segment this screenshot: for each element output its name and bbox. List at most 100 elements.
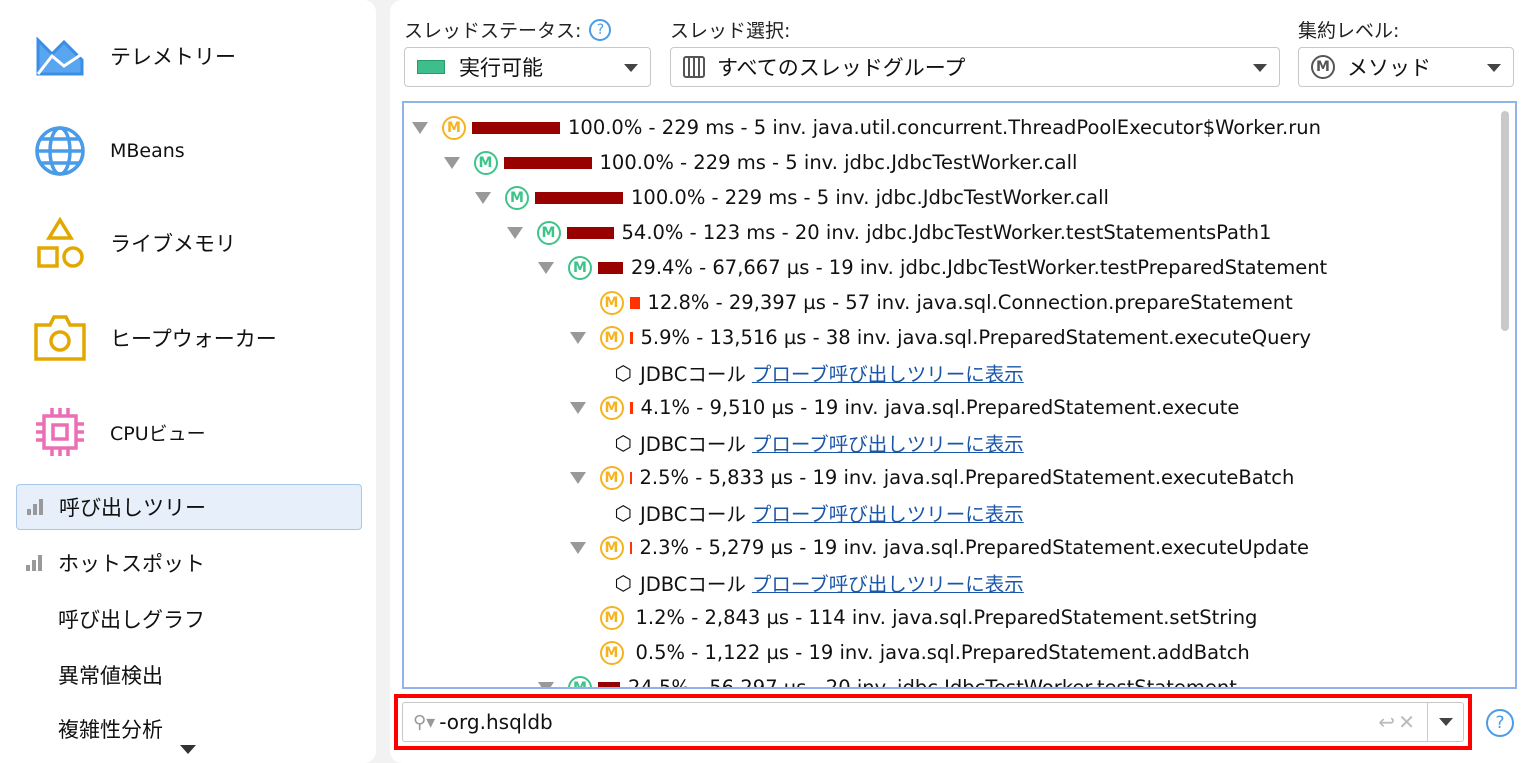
tree-node[interactable]: M 24.5% - 56,297 µs - 20 inv. jdbc.JdbcTe… [538, 670, 1237, 689]
method-icon: M [1311, 55, 1335, 79]
method-icon: M [442, 115, 466, 140]
chevron-down-icon [1487, 64, 1501, 72]
percentage-bar [503, 156, 592, 169]
probe-call-tree-link[interactable]: プローブ呼び出しツリーに表示 [752, 428, 1024, 457]
node-text: 4.1% - 9,510 µs - 19 inv. java.sql.Prepa… [640, 396, 1240, 419]
expand-toggle-icon[interactable] [538, 681, 554, 687]
method-icon: M [599, 605, 624, 630]
method-icon: M [599, 640, 624, 665]
sidebar-item-label: 呼び出しツリー [59, 496, 206, 520]
percentage-bar [629, 401, 633, 414]
help-icon[interactable]: ? [1486, 709, 1514, 737]
aggregation-label: 集約レベル: [1298, 20, 1400, 42]
method-icon: M [536, 220, 561, 245]
label-text: スレッドステータス: [404, 20, 582, 42]
tree-node[interactable]: M 2.3% - 5,279 µs - 19 inv. java.sql.Prep… [569, 530, 1309, 565]
sidebar-item-label: 異常値検出 [58, 664, 163, 688]
node-text: 1.2% - 2,843 µs - 114 inv. java.sql.Prep… [635, 606, 1258, 629]
expand-toggle-icon[interactable] [475, 191, 491, 204]
main-panel: スレッドステータス: ? 実行可能 スレッド選択: すべてのスレッドグループ 集… [390, 0, 1526, 763]
expand-toggle-icon[interactable] [443, 156, 460, 169]
node-text: 29.4% - 67,667 µs - 19 inv. jdbc.JdbcTes… [631, 256, 1328, 279]
thread-select[interactable]: すべてのスレッドグループ [670, 47, 1280, 87]
package-icon: ⬡ [614, 570, 632, 595]
sidebar-item-label: ライブメモリ [110, 232, 236, 256]
expand-toggle-icon[interactable] [538, 261, 554, 274]
node-text: 24.5% - 56,297 µs - 20 inv. jdbc.JdbcTes… [628, 676, 1237, 689]
scroll-down-icon[interactable] [180, 745, 196, 754]
expand-toggle-icon[interactable] [412, 121, 428, 134]
help-icon[interactable]: ? [589, 18, 612, 41]
percentage-bar [629, 296, 640, 309]
node-text: 2.3% - 5,279 µs - 19 inv. java.sql.Prepa… [639, 536, 1309, 559]
method-icon: M [568, 255, 592, 280]
sidebar-item-telemetry[interactable]: テレメトリー [30, 28, 236, 84]
tree-node[interactable]: M 0.5% - 1,122 µs - 19 inv. java.sql.Prep… [570, 635, 1250, 670]
jdbc-call-label: JDBCコール [639, 503, 746, 526]
method-icon: M [505, 185, 529, 210]
expand-toggle-icon[interactable] [506, 226, 523, 239]
tree-node[interactable]: M 54.0% - 123 ms - 20 inv. jdbc.JdbcTestW… [506, 215, 1272, 250]
probe-call-tree-link[interactable]: プローブ呼び出しツリーに表示 [752, 568, 1024, 597]
sidebar-item-cpu-views[interactable]: CPUビュー [30, 404, 206, 460]
telemetry-icon [30, 28, 90, 84]
tree-node[interactable]: M 5.9% - 13,516 µs - 38 inv. java.sql.Pre… [569, 320, 1312, 355]
node-text: 12.8% - 29,397 µs - 57 inv. java.sql.Con… [647, 291, 1293, 314]
tree-node[interactable]: M 29.4% - 67,667 µs - 19 inv. jdbc.JdbcTe… [538, 250, 1327, 285]
chip-icon [30, 404, 90, 460]
chevron-down-icon [1253, 64, 1267, 72]
select-value: メソッド [1347, 56, 1431, 80]
tree-node[interactable]: M 2.5% - 5,833 µs - 19 inv. java.sql.Prep… [569, 460, 1295, 495]
scrollbar[interactable] [1501, 111, 1509, 331]
sidebar-item-call-tree[interactable]: 呼び出しツリー [16, 484, 362, 530]
tree-node[interactable]: M 100.0% - 229 ms - 5 inv. java.util.conc… [412, 110, 1321, 145]
jdbc-call-row[interactable]: ⬡ JDBCコール プローブ呼び出しツリーに表示 [615, 495, 1024, 530]
method-icon: M [599, 395, 624, 420]
sidebar-item-hot-spots[interactable]: ホットスポット [16, 540, 362, 586]
clear-icon[interactable]: ✕ [1398, 710, 1415, 734]
sidebar-item-label: CPUビュー [110, 422, 206, 445]
tree-node[interactable]: M 12.8% - 29,397 µs - 57 inv. java.sql.Co… [570, 285, 1293, 320]
node-text: 100.0% - 229 ms - 5 inv. jdbc.JdbcTestWo… [599, 151, 1078, 174]
history-dropdown[interactable] [1427, 703, 1463, 741]
node-text: 0.5% - 1,122 µs - 19 inv. java.sql.Prepa… [635, 641, 1250, 664]
probe-call-tree-link[interactable]: プローブ呼び出しツリーに表示 [752, 358, 1024, 387]
node-text: 2.5% - 5,833 µs - 19 inv. java.sql.Prepa… [639, 466, 1295, 489]
tree-node[interactable]: M 4.1% - 9,510 µs - 19 inv. java.sql.Prep… [569, 390, 1240, 425]
tree-node[interactable]: M 100.0% - 229 ms - 5 inv. jdbc.JdbcTestW… [475, 180, 1109, 215]
tree-node[interactable]: M 1.2% - 2,843 µs - 114 inv. java.sql.Pre… [570, 600, 1258, 635]
probe-call-tree-link[interactable]: プローブ呼び出しツリーに表示 [752, 498, 1024, 527]
search-input[interactable]: ⚲▾ -org.hsqldb ↩ ✕ [402, 702, 1464, 742]
method-icon: M [599, 535, 624, 560]
sidebar-item-complexity-analysis[interactable]: 複雑性分析 [16, 706, 362, 746]
expand-toggle-icon[interactable] [569, 401, 586, 414]
expand-toggle-icon[interactable] [569, 541, 586, 554]
aggregation-select[interactable]: M メソッド [1298, 47, 1514, 87]
camera-icon [30, 310, 90, 366]
call-tree[interactable]: M 100.0% - 229 ms - 5 inv. java.util.conc… [402, 101, 1517, 689]
expand-toggle-icon[interactable] [569, 331, 586, 344]
package-icon: ⬡ [614, 360, 632, 385]
sidebar-item-call-graph[interactable]: 呼び出しグラフ [16, 596, 362, 642]
node-text: 54.0% - 123 ms - 20 inv. jdbc.JdbcTestWo… [621, 221, 1272, 244]
sidebar-item-label: 複雑性分析 [58, 718, 163, 742]
globe-icon [30, 123, 90, 179]
sidebar-item-heap-walker[interactable]: ヒープウォーカー [30, 310, 277, 366]
chevron-down-icon [624, 64, 638, 72]
package-icon: ⬡ [614, 430, 632, 455]
jdbc-call-row[interactable]: ⬡ JDBCコール プローブ呼び出しツリーに表示 [615, 355, 1024, 390]
wrap-icon[interactable]: ↩ [1378, 710, 1395, 734]
node-text: 100.0% - 229 ms - 5 inv. java.util.concu… [568, 116, 1321, 139]
sidebar-item-outlier-detection[interactable]: 異常値検出 [16, 652, 362, 698]
percentage-bar [535, 191, 623, 204]
percentage-bar [472, 121, 560, 134]
node-text: 5.9% - 13,516 µs - 38 inv. java.sql.Prep… [640, 326, 1312, 349]
method-icon: M [599, 325, 624, 350]
thread-status-select[interactable]: 実行可能 [404, 47, 651, 87]
jdbc-call-row[interactable]: ⬡ JDBCコール プローブ呼び出しツリーに表示 [615, 565, 1024, 600]
jdbc-call-row[interactable]: ⬡ JDBCコール プローブ呼び出しツリーに表示 [615, 425, 1024, 460]
sidebar-item-mbeans[interactable]: MBeans [30, 123, 185, 179]
sidebar-item-live-memory[interactable]: ライブメモリ [30, 215, 236, 271]
expand-toggle-icon[interactable] [569, 471, 586, 484]
tree-node[interactable]: M 100.0% - 229 ms - 5 inv. jdbc.JdbcTestW… [443, 145, 1078, 180]
